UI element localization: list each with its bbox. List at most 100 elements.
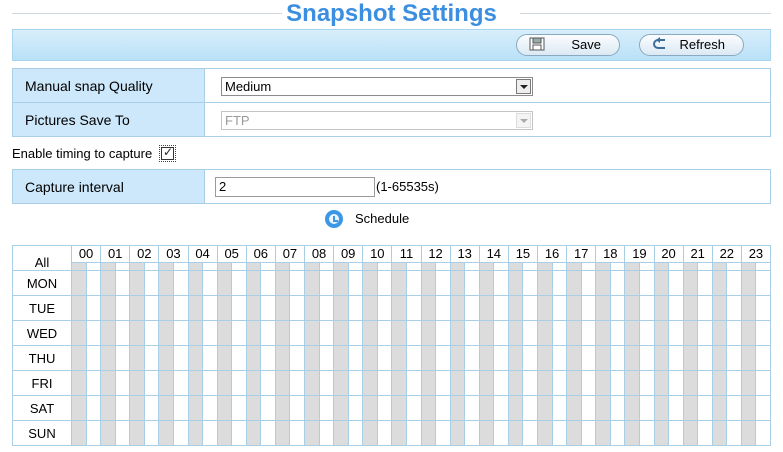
schedule-slot[interactable] [260, 320, 276, 346]
schedule-slot[interactable] [609, 270, 626, 296]
schedule-slot[interactable] [85, 295, 102, 321]
schedule-slot[interactable] [376, 370, 393, 396]
schedule-slot[interactable] [522, 370, 538, 396]
half-hour-slot[interactable] [450, 263, 466, 270]
half-hour-slot[interactable] [756, 263, 770, 270]
schedule-slot[interactable] [638, 270, 655, 296]
schedule-slot[interactable] [129, 320, 145, 346]
day-label-mon[interactable]: MON [12, 270, 72, 296]
schedule-slot[interactable] [638, 345, 655, 371]
schedule-slot[interactable] [435, 345, 451, 371]
schedule-slot[interactable] [362, 420, 378, 446]
schedule-slot[interactable] [114, 345, 131, 371]
schedule-slot[interactable] [274, 345, 291, 371]
schedule-slot[interactable] [405, 270, 422, 296]
schedule-slot[interactable] [85, 270, 102, 296]
schedule-slot[interactable] [347, 320, 364, 346]
schedule-slot[interactable] [100, 345, 116, 371]
schedule-slot[interactable] [522, 395, 538, 421]
schedule-slot[interactable] [289, 395, 305, 421]
schedule-slot[interactable] [464, 320, 480, 346]
schedule-slot[interactable] [391, 320, 407, 346]
schedule-slot[interactable] [624, 395, 640, 421]
schedule-slot[interactable] [245, 345, 262, 371]
schedule-slot[interactable] [231, 345, 247, 371]
schedule-slot[interactable] [522, 295, 538, 321]
schedule-slot[interactable] [318, 295, 335, 321]
schedule-slot[interactable] [405, 295, 422, 321]
half-hour-slot[interactable] [246, 263, 262, 270]
schedule-slot[interactable] [172, 270, 189, 296]
schedule-slot[interactable] [100, 320, 116, 346]
refresh-button[interactable]: Refresh [639, 34, 744, 56]
hour-header-05[interactable]: 05 [216, 245, 247, 271]
half-hour-slot[interactable] [538, 263, 553, 270]
schedule-slot[interactable] [697, 370, 713, 396]
schedule-slot[interactable] [304, 270, 320, 296]
schedule-slot[interactable] [187, 295, 204, 321]
hour-header-00[interactable]: 00 [70, 245, 102, 271]
schedule-slot[interactable] [347, 370, 364, 396]
schedule-slot[interactable] [740, 370, 757, 396]
schedule-slot[interactable] [668, 270, 684, 296]
schedule-slot[interactable] [289, 370, 305, 396]
half-hour-slot[interactable] [101, 263, 116, 270]
schedule-slot[interactable] [143, 370, 160, 396]
schedule-slot[interactable] [755, 270, 771, 296]
hour-header-10[interactable]: 10 [362, 245, 393, 271]
schedule-slot[interactable] [420, 370, 437, 396]
schedule-slot[interactable] [405, 320, 422, 346]
schedule-slot[interactable] [260, 395, 276, 421]
schedule-slot[interactable] [245, 370, 262, 396]
day-label-tue[interactable]: TUE [12, 295, 72, 321]
schedule-slot[interactable] [143, 270, 160, 296]
schedule-slot[interactable] [333, 295, 349, 321]
hour-header-12[interactable]: 12 [420, 245, 451, 271]
schedule-slot[interactable] [289, 320, 305, 346]
hour-header-02[interactable]: 02 [129, 245, 160, 271]
schedule-slot[interactable] [362, 270, 378, 296]
schedule-slot[interactable] [493, 370, 509, 396]
half-hour-slot[interactable] [567, 263, 582, 270]
hour-header-23[interactable]: 23 [740, 245, 772, 271]
schedule-slot[interactable] [245, 395, 262, 421]
schedule-slot[interactable] [245, 270, 262, 296]
schedule-slot[interactable] [435, 420, 451, 446]
schedule-slot[interactable] [333, 270, 349, 296]
schedule-slot[interactable] [85, 320, 102, 346]
schedule-slot[interactable] [595, 370, 611, 396]
schedule-slot[interactable] [187, 345, 204, 371]
schedule-slot[interactable] [114, 295, 131, 321]
schedule-slot[interactable] [158, 270, 174, 296]
half-hour-slot[interactable] [305, 263, 320, 270]
schedule-slot[interactable] [682, 395, 699, 421]
schedule-slot[interactable] [580, 345, 597, 371]
schedule-slot[interactable] [653, 420, 670, 446]
schedule-slot[interactable] [464, 345, 480, 371]
hour-header-07[interactable]: 07 [274, 245, 306, 271]
schedule-slot[interactable] [740, 270, 757, 296]
half-hour-slot[interactable] [508, 263, 524, 270]
schedule-slot[interactable] [347, 295, 364, 321]
schedule-slot[interactable] [260, 270, 276, 296]
schedule-slot[interactable] [726, 320, 742, 346]
schedule-slot[interactable] [187, 395, 204, 421]
schedule-slot[interactable] [566, 295, 582, 321]
half-hour-slot[interactable] [86, 263, 101, 270]
half-hour-slot[interactable] [712, 263, 728, 270]
schedule-slot[interactable] [507, 320, 524, 346]
schedule-slot[interactable] [682, 420, 699, 446]
half-hour-slot[interactable] [523, 263, 537, 270]
half-hour-slot[interactable] [173, 263, 188, 270]
schedule-slot[interactable] [391, 370, 407, 396]
enable-timing-checkbox[interactable] [159, 145, 176, 162]
schedule-slot[interactable] [376, 420, 393, 446]
schedule-slot[interactable] [522, 345, 538, 371]
schedule-slot[interactable] [580, 395, 597, 421]
schedule-slot[interactable] [158, 320, 174, 346]
day-label-wed[interactable]: WED [12, 320, 72, 346]
schedule-slot[interactable] [129, 370, 145, 396]
schedule-slot[interactable] [274, 270, 291, 296]
half-hour-slot[interactable] [159, 263, 174, 270]
schedule-slot[interactable] [522, 270, 538, 296]
